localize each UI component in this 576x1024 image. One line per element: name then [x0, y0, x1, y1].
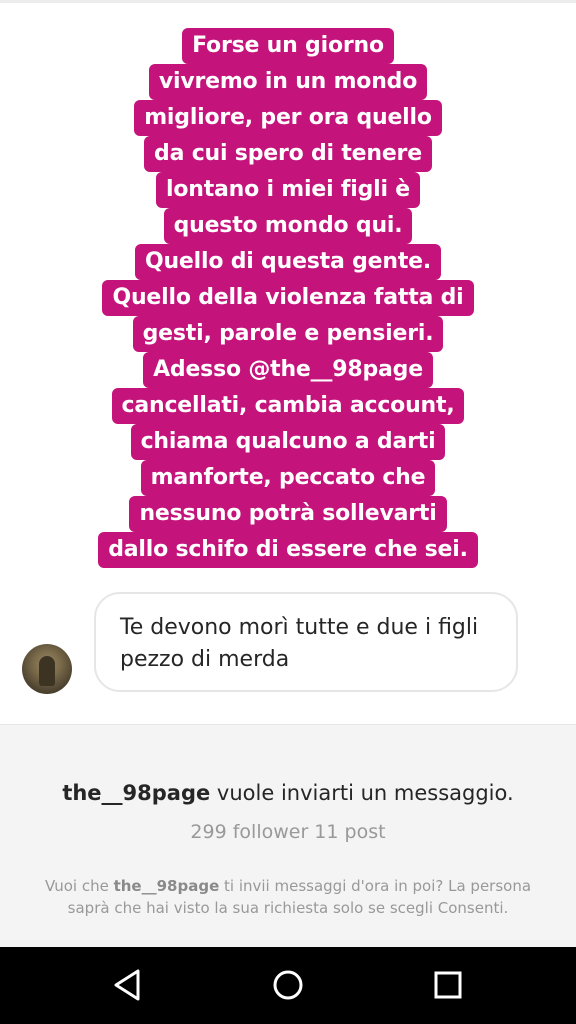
story-line: Adesso @the__98page [143, 352, 433, 388]
story-line: lontano i miei figli è [155, 172, 421, 208]
request-title: the__98page vuole inviarti un messaggio. [0, 781, 576, 805]
request-note-prefix: Vuoi che [44, 877, 114, 895]
story-line: vivremo in un mondo [148, 64, 428, 100]
top-divider [0, 0, 576, 3]
story-line: nessuno potrà sollevarti [129, 496, 447, 532]
recents-icon[interactable] [428, 965, 468, 1005]
back-icon[interactable] [108, 965, 148, 1005]
story-line: dallo schifo di essere che sei. [98, 532, 478, 568]
home-icon[interactable] [268, 965, 308, 1005]
story-line: da cui spero di tenere [144, 136, 432, 172]
avatar-figure [39, 656, 55, 686]
story-line: cancellati, cambia account, [111, 388, 465, 424]
screen: Forse un giorno vivremo in un mondo migl… [0, 0, 576, 1024]
request-note-username: the__98page [113, 877, 220, 895]
message-bubble[interactable]: Te devono morì tutte e due i figli pezzo… [94, 592, 518, 692]
story-text-overlay: Forse un giorno vivremo in un mondo migl… [0, 28, 576, 568]
story-line: chiama qualcuno a darti [130, 424, 446, 460]
sender-avatar[interactable] [22, 644, 72, 694]
story-line: manforte, peccato che [140, 460, 436, 496]
request-stats: 299 follower 11 post [190, 821, 386, 843]
story-line: gesti, parole e pensieri. [132, 316, 444, 352]
story-line: Forse un giorno [182, 28, 394, 64]
story-line: migliore, per ora quello [134, 100, 442, 136]
request-username[interactable]: the__98page [62, 781, 210, 805]
story-line: questo mondo qui. [163, 208, 413, 244]
request-note: Vuoi che the__98page ti invii messaggi d… [40, 875, 536, 919]
story-line: Quello della violenza fatta di [102, 280, 474, 316]
request-title-suffix: vuole inviarti un messaggio. [210, 781, 514, 805]
story-line: Quello di questa gente. [134, 244, 442, 280]
message-request-panel: the__98page vuole inviarti un messaggio.… [0, 724, 576, 948]
message-text: Te devono morì tutte e due i figli pezzo… [120, 615, 479, 672]
android-nav-bar [0, 947, 576, 1024]
